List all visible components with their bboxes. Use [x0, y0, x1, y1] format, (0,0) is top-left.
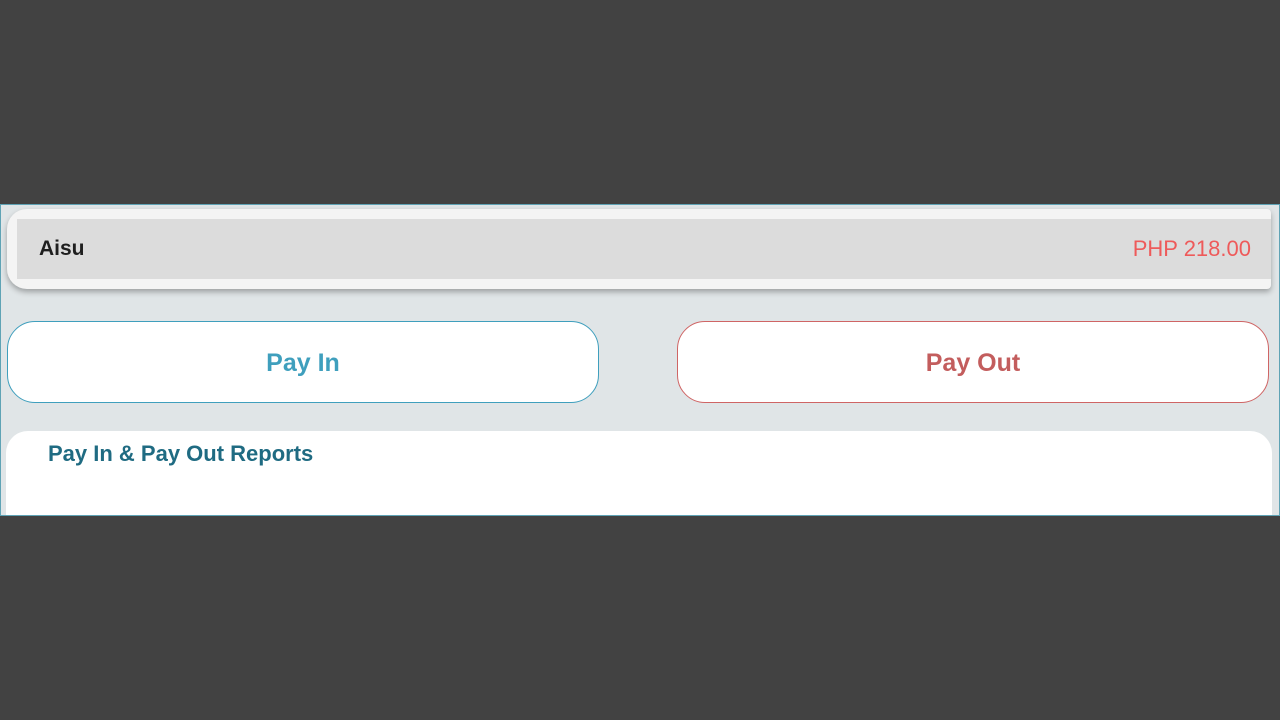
reports-title: Pay In & Pay Out Reports: [48, 441, 314, 466]
account-balance: PHP 218.00: [1132, 236, 1251, 261]
account-card[interactable]: Aisu PHP 218.00: [7, 209, 1271, 289]
reports-section: Pay In & Pay Out Reports: [6, 431, 1272, 515]
account-name: Aisu: [39, 237, 85, 260]
pay-out-button[interactable]: Pay Out: [677, 321, 1269, 403]
pay-in-button[interactable]: Pay In: [7, 321, 599, 403]
account-summary-strip: Aisu PHP 218.00: [17, 219, 1271, 279]
cash-management-panel: Aisu PHP 218.00 Pay In Pay Out Pay In & …: [0, 204, 1280, 516]
